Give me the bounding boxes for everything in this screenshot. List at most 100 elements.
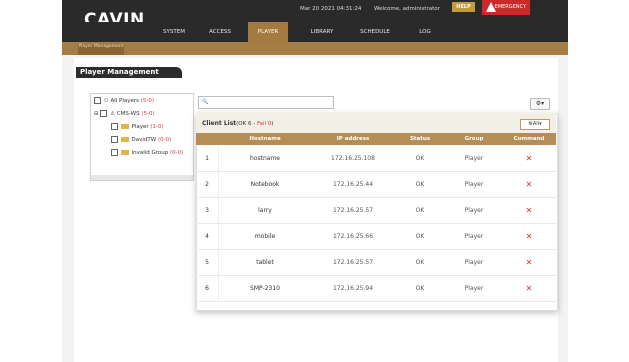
tree-label: CMS-WS: [116, 111, 140, 117]
help-button[interactable]: HELP: [452, 2, 475, 12]
group-cell: Player: [464, 155, 484, 162]
group-cell: Player: [464, 207, 484, 214]
column-hostname[interactable]: Hostname: [218, 133, 312, 145]
tree-label: DavidTW: [131, 137, 157, 143]
expand-icon[interactable]: ⊟: [94, 111, 99, 117]
hostname-cell: hostname: [250, 155, 280, 162]
column-group[interactable]: Group: [446, 133, 502, 145]
group-cell: Player: [464, 181, 484, 188]
column-ip-address[interactable]: IP address: [312, 133, 394, 145]
tree-item-cms-ws[interactable]: ⊟ ⚠ CMS-WS (5-0): [94, 110, 155, 117]
tree-count: (5-0): [140, 98, 155, 104]
checkbox[interactable]: [111, 149, 118, 156]
client-list-title-text: Client List: [202, 120, 237, 127]
tree-item-invalid-group[interactable]: Invalid Group (0-0): [111, 149, 183, 156]
tab-schedule[interactable]: SCHEDULE: [352, 22, 398, 42]
tab-library[interactable]: LIBRARY: [302, 22, 342, 42]
tab-log[interactable]: LOG: [410, 22, 440, 42]
ip-cell: 172.16.25.44: [332, 181, 374, 188]
table-row[interactable]: 5 tablet 172.16.25.57 OK Player ✕: [196, 250, 556, 276]
tree-count: (0-0): [157, 137, 172, 143]
delete-icon[interactable]: ✕: [502, 276, 556, 301]
settings-button[interactable]: ⚙▾: [530, 98, 550, 110]
status-cell: OK: [415, 155, 425, 162]
tree-label: Player: [131, 124, 149, 130]
hostname-cell: mobile: [254, 233, 276, 240]
status-cell: OK: [415, 233, 425, 240]
table-row[interactable]: 6 SMP-2310 172.16.25.94 OK Player ✕: [196, 276, 556, 302]
hostname-cell: larry: [258, 207, 272, 214]
table-row[interactable]: 2 Notebook 172.16.25.44 OK Player ✕: [196, 172, 556, 198]
column-command[interactable]: Command: [502, 133, 556, 145]
delete-icon[interactable]: ✕: [502, 250, 556, 275]
tree-count: (5-0): [141, 111, 155, 117]
status-cell: OK: [415, 285, 425, 292]
fail-count: Fail 0: [256, 121, 272, 127]
all-filter-dropdown[interactable]: ⚙All▾: [520, 119, 550, 130]
search-input[interactable]: 🔍: [198, 96, 334, 109]
tree-label: All Players: [110, 98, 139, 104]
row-index: 3: [196, 198, 219, 223]
ip-cell: 172.16.25.108: [331, 155, 375, 162]
table-header: Hostname IP address Status Group Command: [196, 133, 556, 145]
checkbox[interactable]: [111, 136, 118, 143]
tree-scrollbar[interactable]: [91, 175, 193, 180]
table-row[interactable]: 4 mobile 172.16.25.66 OK Player ✕: [196, 224, 556, 250]
tree-item-player[interactable]: Player (1-0): [111, 123, 164, 130]
row-index: 1: [196, 146, 219, 171]
delete-icon[interactable]: ✕: [502, 198, 556, 223]
app-window: CAVIN Mar 20 2021 04:31:24 Welcome, admi…: [62, 0, 568, 362]
top-bar: CAVIN Mar 20 2021 04:31:24 Welcome, admi…: [62, 0, 568, 30]
warning-icon: [486, 2, 496, 12]
ip-cell: 172.16.25.57: [332, 259, 374, 266]
status-cell: OK: [415, 259, 425, 266]
group-cell: Player: [464, 285, 484, 292]
players-icon: ⚇: [103, 98, 109, 104]
tree-label: Invalid Group: [131, 150, 169, 156]
delete-icon[interactable]: ✕: [502, 172, 556, 197]
page-title: Player Management: [76, 67, 182, 78]
status-cell: OK: [415, 181, 425, 188]
folder-icon: [120, 150, 129, 155]
subtab-player-management[interactable]: Player Management: [78, 44, 124, 55]
ip-cell: 172.16.25.94: [332, 285, 374, 292]
column-status[interactable]: Status: [394, 133, 446, 145]
welcome-text: Welcome, administrator: [374, 6, 440, 12]
checkbox[interactable]: [100, 110, 108, 117]
hostname-cell: SMP-2310: [250, 285, 280, 292]
table-row[interactable]: 1 hostname 172.16.25.108 OK Player ✕: [196, 146, 556, 172]
row-index: 5: [196, 250, 219, 275]
checkbox[interactable]: [111, 123, 118, 130]
datetime-text: Mar 20 2021 04:31:24: [300, 6, 362, 12]
ip-cell: 172.16.25.57: [332, 207, 374, 214]
emergency-button[interactable]: EMERGENCY: [482, 0, 530, 15]
table-row[interactable]: 3 larry 172.16.25.57 OK Player ✕: [196, 198, 556, 224]
gear-icon: ⚙▾: [535, 100, 545, 107]
delete-icon[interactable]: ✕: [502, 146, 556, 171]
tree-item-davidtw[interactable]: DavidTW (0-0): [111, 136, 171, 143]
tab-access[interactable]: ACCESS: [200, 22, 240, 42]
row-index: 6: [196, 276, 219, 301]
warning-icon: ⚠: [110, 111, 116, 117]
tree-item-all-players[interactable]: ⚇ All Players (5-0): [94, 97, 154, 104]
close-paren: ): [271, 121, 274, 127]
hostname-cell: tablet: [256, 259, 274, 266]
tab-player[interactable]: PLAYER: [248, 22, 288, 42]
client-list-header: Client List(OK 6 - Fail 0) ⚙All▾: [196, 113, 556, 133]
delete-icon[interactable]: ✕: [502, 224, 556, 249]
hostname-cell: Notebook: [250, 181, 280, 188]
tree-count: (1-0): [150, 124, 164, 130]
ip-cell: 172.16.25.66: [332, 233, 374, 240]
folder-icon: [120, 137, 129, 142]
group-cell: Player: [464, 233, 484, 240]
search-icon: 🔍: [202, 99, 209, 105]
sub-nav: [62, 42, 568, 55]
client-list-title: Client List(OK 6 - Fail 0): [202, 120, 273, 127]
row-index: 2: [196, 172, 219, 197]
group-cell: Player: [464, 259, 484, 266]
chevron-down-icon: ▾: [539, 121, 542, 127]
ok-count: (OK 6 -: [236, 121, 257, 127]
status-cell: OK: [415, 207, 425, 214]
tab-system[interactable]: SYSTEM: [154, 22, 194, 42]
checkbox[interactable]: [94, 97, 101, 104]
